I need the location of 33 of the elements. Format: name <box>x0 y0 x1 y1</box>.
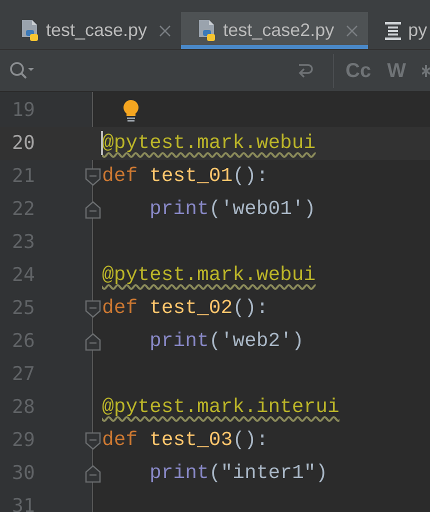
fold-icon[interactable] <box>85 166 101 186</box>
function-name: test_03 <box>149 428 233 453</box>
close-icon[interactable] <box>159 24 172 36</box>
lightbulb-icon[interactable] <box>122 98 140 122</box>
code-text: ('web01') <box>208 196 316 222</box>
unfold-icon[interactable] <box>85 464 101 484</box>
keyword-text: def <box>102 164 139 189</box>
stack-icon <box>384 20 402 40</box>
keyword-text: def <box>102 296 139 321</box>
builtin-name: print <box>150 196 209 222</box>
code-text: (): <box>232 164 268 189</box>
code-text: (): <box>232 428 268 453</box>
line-number: 20 <box>11 131 36 156</box>
decorator-text: @pytest.mark.interui <box>102 394 340 420</box>
function-name: test_01 <box>149 164 233 189</box>
search-icon[interactable] <box>8 60 36 82</box>
code-text: (): <box>232 296 268 321</box>
builtin-name: print <box>150 460 209 486</box>
close-icon[interactable] <box>346 24 358 36</box>
fold-icon[interactable] <box>85 430 101 450</box>
decorator-text: @pytest.mark.webui <box>102 130 316 156</box>
python-file-icon <box>20 18 40 42</box>
builtin-name: print <box>150 328 209 354</box>
function-name: test_02 <box>149 296 233 321</box>
code-text: ('web2') <box>208 328 304 354</box>
decorator-text: @pytest.mark.webui <box>102 262 316 288</box>
python-file-icon <box>197 18 218 42</box>
unfold-icon[interactable] <box>85 332 101 352</box>
keyword-text: def <box>102 428 139 453</box>
editor-tab[interactable]: test_case2.py <box>181 12 368 49</box>
fold-icon[interactable] <box>85 298 101 318</box>
unfold-icon[interactable] <box>85 200 101 220</box>
code-text: ("inter1") <box>208 460 328 486</box>
